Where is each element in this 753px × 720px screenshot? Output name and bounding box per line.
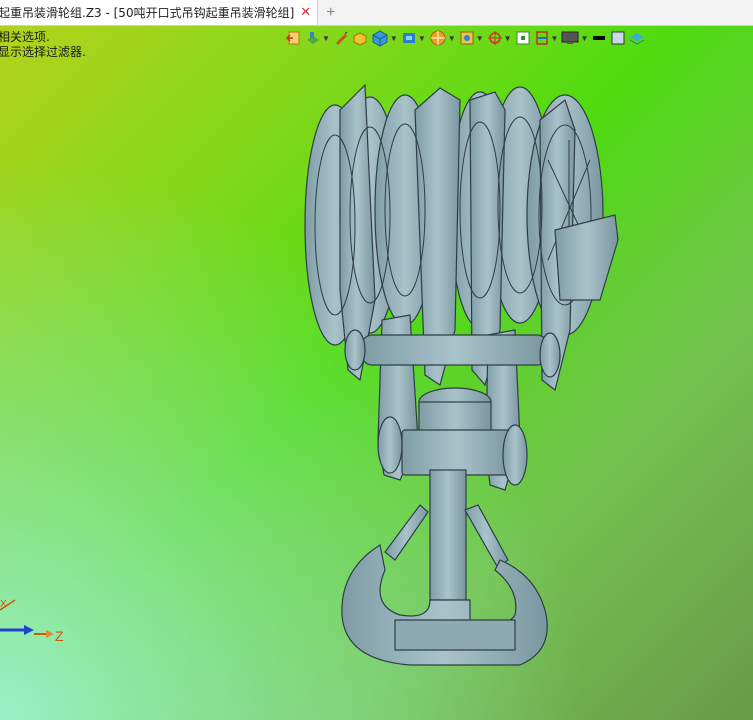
upper-axle bbox=[361, 334, 548, 366]
fit-icon[interactable] bbox=[515, 29, 531, 47]
end-plate bbox=[554, 214, 619, 301]
document-tab[interactable]: 起重吊装滑轮组.Z3 - [50吨开口式吊钩起重吊装滑轮组] ✕ bbox=[0, 0, 319, 25]
crosshead bbox=[401, 429, 513, 476]
shaded-cube-icon[interactable] bbox=[352, 29, 368, 47]
new-tab-icon[interactable]: + bbox=[326, 4, 335, 22]
origin-icon[interactable]: ▼ bbox=[487, 29, 512, 47]
document-tab-bar: 起重吊装滑轮组.Z3 - [50吨开口式吊钩起重吊装滑轮组] ✕ + bbox=[0, 0, 753, 26]
3d-viewport[interactable]: X Z bbox=[0, 0, 753, 720]
pen-icon[interactable] bbox=[333, 29, 349, 47]
line-color-swatch[interactable] bbox=[591, 29, 607, 47]
view-toolbar: ▼ ▼ ▼ ▼ ▼ ▼ ▼ ▼ bbox=[286, 28, 645, 48]
view-orient-icon[interactable]: ▼ bbox=[401, 29, 426, 47]
section-icon[interactable]: ▼ bbox=[534, 29, 558, 47]
cube-view-icon[interactable]: ▼ bbox=[371, 29, 398, 47]
status-hints: 相关选项. 显示选择过滤器. bbox=[0, 30, 86, 60]
display-icon[interactable]: ▼ bbox=[561, 29, 588, 47]
exit-sketch-icon[interactable] bbox=[286, 29, 302, 47]
hint-line-2: 显示选择过滤器. bbox=[0, 45, 86, 59]
pulley-block-model[interactable] bbox=[0, 0, 753, 720]
hint-line-1: 相关选项. bbox=[0, 30, 50, 44]
zoom-icon[interactable]: ▼ bbox=[459, 29, 484, 47]
hook-nut bbox=[418, 401, 492, 435]
z-axis-label: Z bbox=[55, 628, 64, 644]
x-axis-label: X bbox=[0, 599, 7, 610]
layer-icon[interactable]: ▼ bbox=[305, 29, 330, 47]
fill-color-swatch[interactable] bbox=[610, 29, 626, 47]
latch-left bbox=[384, 504, 429, 561]
hook-shank bbox=[429, 469, 467, 601]
layers-stack-icon[interactable] bbox=[629, 29, 645, 47]
latch-right bbox=[464, 504, 509, 569]
hook-base bbox=[394, 619, 516, 651]
axis-triad[interactable]: X bbox=[0, 590, 80, 650]
close-icon[interactable]: ✕ bbox=[300, 5, 311, 20]
tab-title: 起重吊装滑轮组.Z3 - [50吨开口式吊钩起重吊装滑轮组] bbox=[0, 6, 295, 20]
render-mode-icon[interactable]: ▼ bbox=[429, 29, 456, 47]
